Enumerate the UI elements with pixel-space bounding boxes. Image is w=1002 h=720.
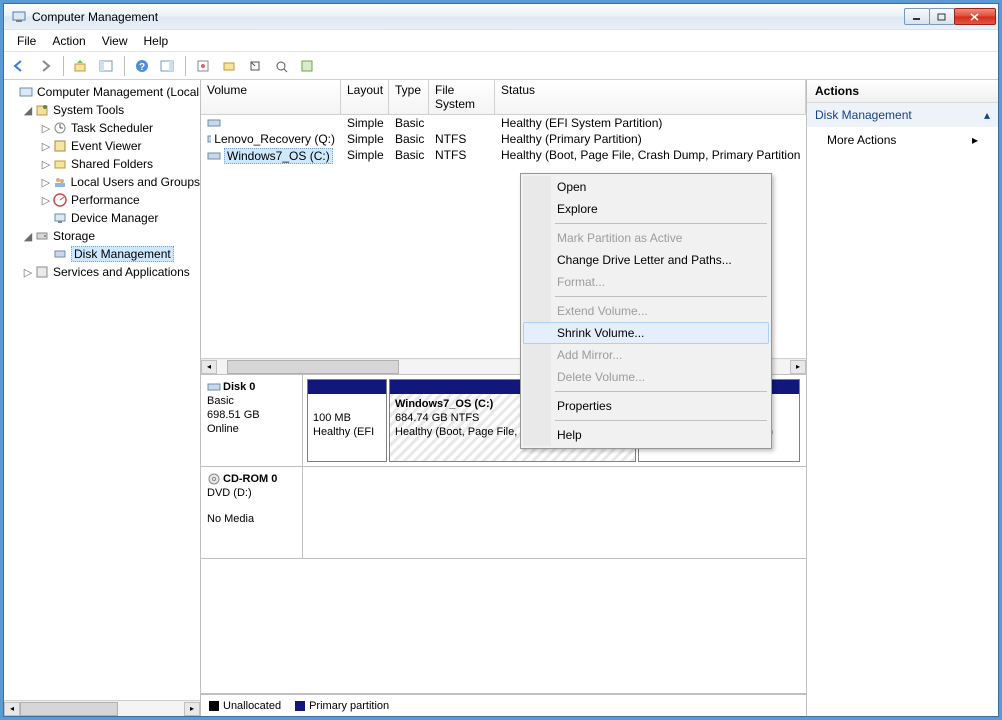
actions-section-disk-management[interactable]: Disk Management ▴ xyxy=(807,103,998,127)
volume-row[interactable]: Windows7_OS (C:)SimpleBasicNTFSHealthy (… xyxy=(201,147,806,165)
cdrom-state: No Media xyxy=(207,512,296,526)
chevron-right-icon: ▸ xyxy=(972,133,978,147)
tree-event-viewer[interactable]: ▷Event Viewer xyxy=(4,137,200,155)
column-type[interactable]: Type xyxy=(389,80,429,114)
context-mark-partition-active: Mark Partition as Active xyxy=(523,227,769,249)
tree-storage[interactable]: ◢Storage xyxy=(4,227,200,245)
tree-horizontal-scrollbar[interactable]: ◂ ▸ xyxy=(4,700,200,716)
volume-list-header: Volume Layout Type File System Status xyxy=(201,80,806,115)
legend-unallocated: Unallocated xyxy=(223,700,281,712)
tree-device-manager[interactable]: Device Manager xyxy=(4,209,200,227)
context-properties[interactable]: Properties xyxy=(523,395,769,417)
cdrom-name: CD-ROM 0 xyxy=(223,472,277,486)
tool-icon[interactable] xyxy=(296,55,318,77)
svg-text:?: ? xyxy=(139,62,145,73)
context-open[interactable]: Open xyxy=(523,176,769,198)
legend-primary: Primary partition xyxy=(309,700,389,712)
titlebar[interactable]: Computer Management xyxy=(4,4,998,30)
volume-row[interactable]: SimpleBasicHealthy (EFI System Partition… xyxy=(201,115,806,131)
window-title: Computer Management xyxy=(32,10,905,24)
tree-services-apps[interactable]: ▷Services and Applications xyxy=(4,263,200,281)
legend: Unallocated Primary partition xyxy=(201,694,806,716)
tree-task-scheduler[interactable]: ▷Task Scheduler xyxy=(4,119,200,137)
column-status[interactable]: Status xyxy=(495,80,806,114)
partition-name: Windows7_OS (C:) xyxy=(395,398,493,410)
column-fs[interactable]: File System xyxy=(429,80,495,114)
cdrom-type: DVD (D:) xyxy=(207,486,296,500)
up-button[interactable] xyxy=(70,55,92,77)
minimize-button[interactable] xyxy=(904,8,930,25)
cdrom-info[interactable]: CD-ROM 0 DVD (D:) No Media xyxy=(201,467,303,558)
collapse-icon: ▴ xyxy=(984,108,990,122)
scroll-thumb[interactable] xyxy=(20,702,118,716)
help-button[interactable]: ? xyxy=(131,55,153,77)
app-icon xyxy=(11,9,27,25)
scroll-thumb[interactable] xyxy=(227,360,399,374)
actions-pane: Actions Disk Management ▴ More Actions ▸ xyxy=(807,80,998,716)
tree-root[interactable]: Computer Management (Local xyxy=(4,83,200,101)
menu-help[interactable]: Help xyxy=(136,32,177,50)
context-format: Format... xyxy=(523,271,769,293)
context-explore[interactable]: Explore xyxy=(523,198,769,220)
toolbar-separator xyxy=(63,56,64,76)
disk0-state: Online xyxy=(207,422,296,436)
tool-icon[interactable] xyxy=(270,55,292,77)
tree-shared-folders[interactable]: ▷Shared Folders xyxy=(4,155,200,173)
toolbar-separator xyxy=(124,56,125,76)
partition-efi[interactable]: 100 MBHealthy (EFI xyxy=(307,379,387,462)
close-button[interactable] xyxy=(954,8,996,25)
disk0-info[interactable]: Disk 0 Basic 698.51 GB Online xyxy=(201,375,303,466)
context-add-mirror: Add Mirror... xyxy=(523,344,769,366)
context-extend-volume: Extend Volume... xyxy=(523,300,769,322)
toolbar: ? xyxy=(4,52,998,80)
actions-header: Actions xyxy=(807,80,998,103)
menu-file[interactable]: File xyxy=(9,32,44,50)
show-hide-action-button[interactable] xyxy=(157,55,179,77)
context-help[interactable]: Help xyxy=(523,424,769,446)
toolbar-separator xyxy=(185,56,186,76)
tree-performance[interactable]: ▷Performance xyxy=(4,191,200,209)
tree-pane: Computer Management (Local ◢System Tools… xyxy=(4,80,201,716)
tool-icon[interactable] xyxy=(218,55,240,77)
tree-local-users[interactable]: ▷Local Users and Groups xyxy=(4,173,200,191)
maximize-button[interactable] xyxy=(929,8,955,25)
context-shrink-volume[interactable]: Shrink Volume... xyxy=(523,322,769,344)
tool-icon[interactable] xyxy=(192,55,214,77)
disk0-name: Disk 0 xyxy=(223,380,255,394)
volume-row[interactable]: Lenovo_Recovery (Q:)SimpleBasicNTFSHealt… xyxy=(201,131,806,147)
tool-icon[interactable] xyxy=(244,55,266,77)
computer-management-window: Computer Management File Action View Hel… xyxy=(3,3,999,717)
forward-button[interactable] xyxy=(35,55,57,77)
tree-disk-management[interactable]: Disk Management xyxy=(4,245,200,263)
menubar: File Action View Help xyxy=(4,30,998,52)
tree-system-tools[interactable]: ◢System Tools xyxy=(4,101,200,119)
show-hide-tree-button[interactable] xyxy=(96,55,118,77)
scroll-left-button[interactable]: ◂ xyxy=(201,360,217,374)
menu-view[interactable]: View xyxy=(94,32,136,50)
disk0-size: 698.51 GB xyxy=(207,408,296,422)
context-delete-volume: Delete Volume... xyxy=(523,366,769,388)
scroll-left-button[interactable]: ◂ xyxy=(4,702,20,716)
context-menu: Open Explore Mark Partition as Active Ch… xyxy=(520,173,772,449)
scroll-right-button[interactable]: ▸ xyxy=(790,360,806,374)
context-change-drive-letter[interactable]: Change Drive Letter and Paths... xyxy=(523,249,769,271)
scroll-right-button[interactable]: ▸ xyxy=(184,702,200,716)
actions-more-actions[interactable]: More Actions ▸ xyxy=(807,127,998,153)
column-volume[interactable]: Volume xyxy=(201,80,341,114)
back-button[interactable] xyxy=(9,55,31,77)
menu-action[interactable]: Action xyxy=(44,32,93,50)
column-layout[interactable]: Layout xyxy=(341,80,389,114)
disk0-type: Basic xyxy=(207,394,296,408)
